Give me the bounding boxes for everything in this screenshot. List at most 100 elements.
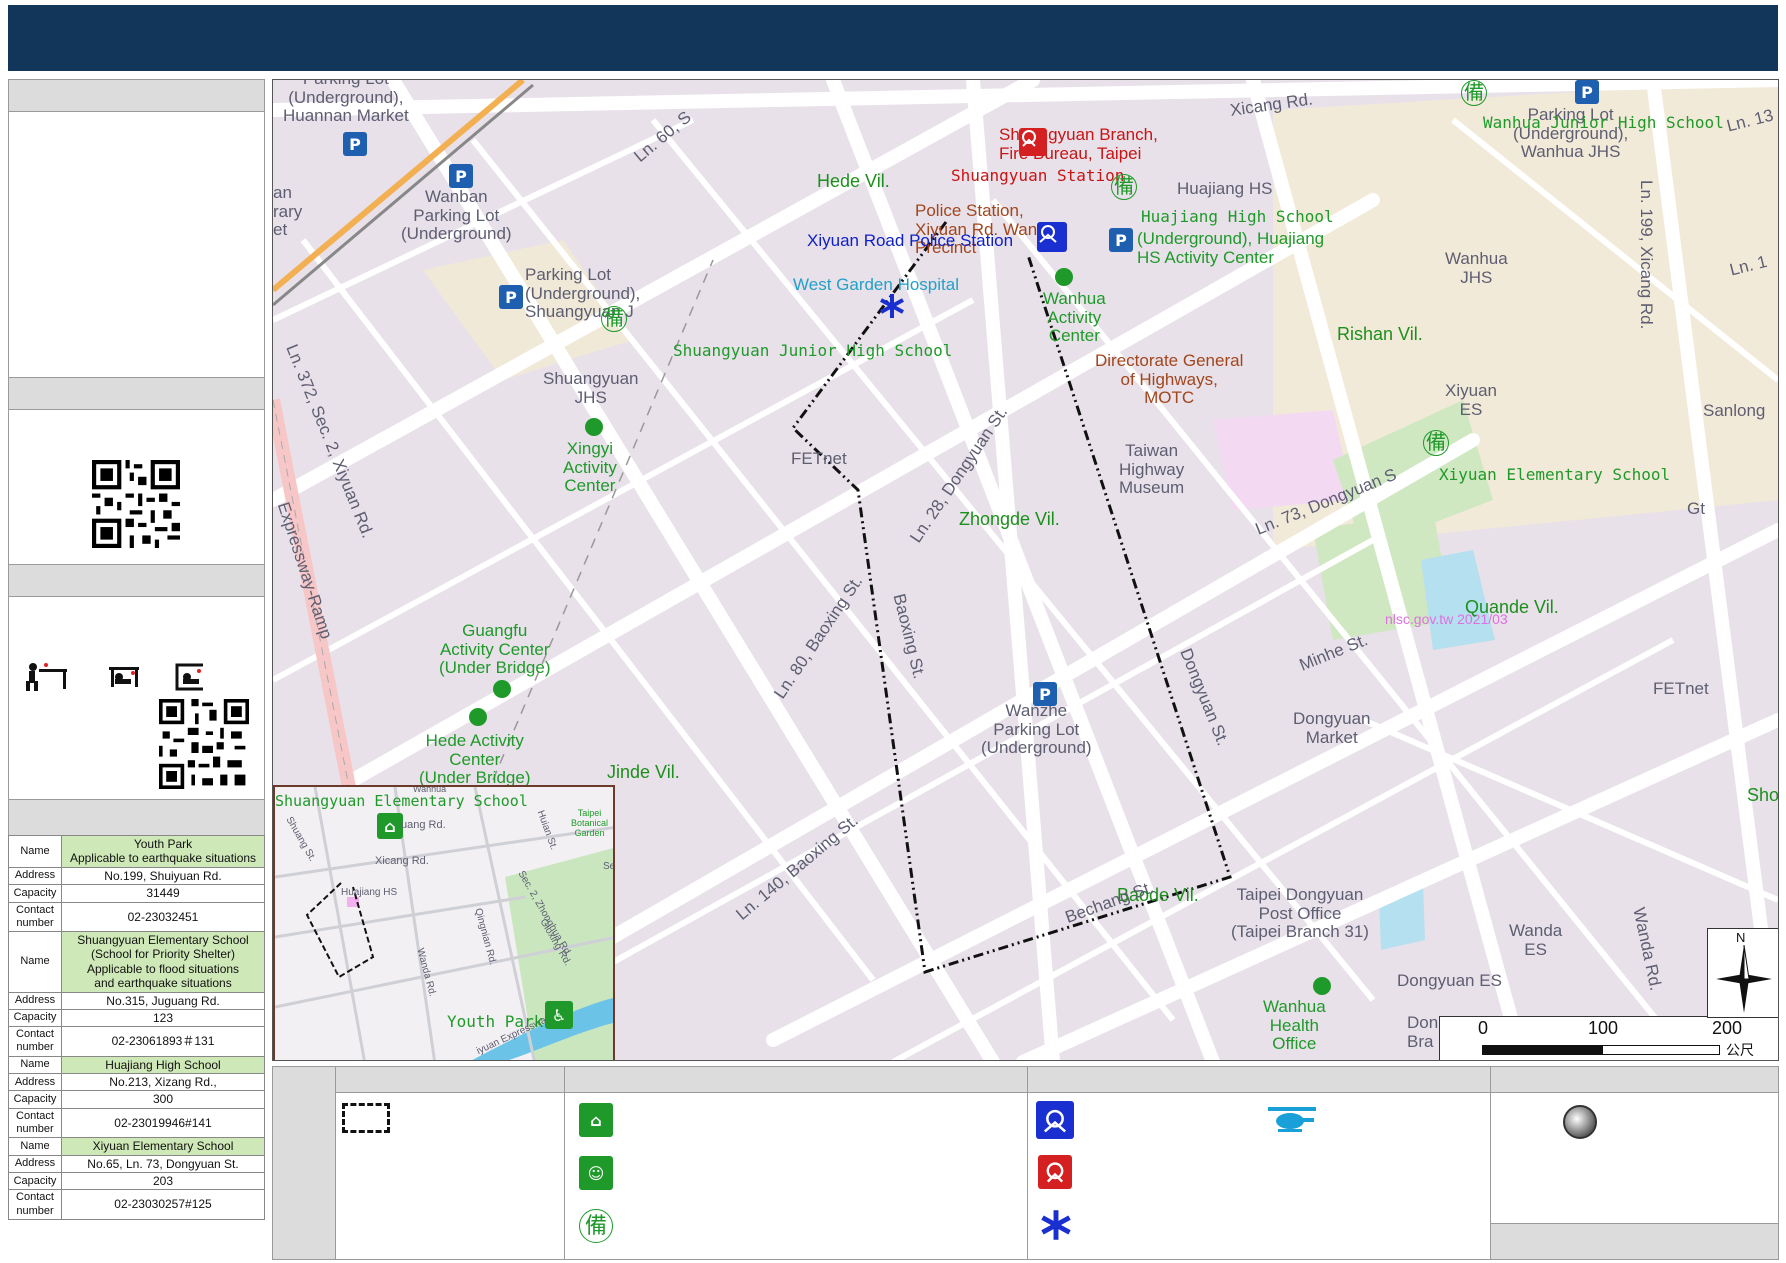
shelter-value-capacity: 300 (61, 1090, 265, 1109)
label-post-office: Taipei Dongyuan Post Office (Taipei Branch… (1231, 885, 1369, 942)
scale-tick-100: 100 (1588, 1018, 1619, 1038)
fire-icon[interactable] (1019, 128, 1047, 156)
evacuation-icon (1313, 977, 1331, 995)
parking-icon[interactable]: P (1033, 682, 1057, 706)
shelter-capacity-row: Capacity 203 (8, 1171, 265, 1191)
parking-icon[interactable]: P (499, 285, 523, 309)
legend-body-1 (335, 1092, 565, 1260)
legend-body-3 (1027, 1092, 1491, 1260)
panel-box-3 (8, 596, 265, 800)
header-bar (8, 5, 1778, 71)
evacuation-icon[interactable]: ♿ (545, 1001, 573, 1029)
shelter-address-row: Address No.213, Xizang Rd., (8, 1073, 265, 1092)
district-hede: Hede Vil. (817, 171, 890, 191)
shelter-key-address: Address (8, 866, 62, 886)
shelter-key-name: Name (8, 1055, 62, 1075)
label-fetnet-2: FETnet (1653, 679, 1709, 698)
legend-head-1 (335, 1066, 565, 1093)
shelter-capacity-row: Capacity 300 (8, 1090, 265, 1109)
evacuation-icon (493, 680, 511, 698)
inset-map[interactable]: Shuangyuan Elementary School ⌂ uang Rd. … (273, 785, 615, 1060)
shelter-key-name: Name (8, 1137, 62, 1156)
label-xingyi: Xingyi Activity Center (563, 439, 617, 496)
inset-label-botanical: Taipei Botanical Garden (571, 808, 609, 838)
label-xiyuan-es: Xiyuan ES (1445, 381, 1497, 419)
police-icon (1036, 1101, 1074, 1139)
inset-label-youth-park: Youth Park (447, 1012, 544, 1031)
shelter-value-address: No.65, Ln. 73, Dongyuan St. (61, 1154, 265, 1173)
shelter-key-capacity: Capacity (8, 1171, 62, 1191)
panel-box-1 (8, 111, 265, 378)
shelter-address-row: Address No.315, Juguang Rd. (8, 991, 265, 1010)
shelter-capacity-row: Capacity 31449 (8, 884, 265, 903)
label-wanhua-activity: Wanhua Activity Center (1043, 289, 1106, 346)
parking-icon[interactable]: P (1575, 80, 1599, 104)
shelter-key-contact: Contact number (8, 1189, 62, 1220)
label-shuangyuan-station: Shuangyuan Station (951, 166, 1125, 185)
label-wanzhe: Wanzhe Parking Lot (Underground) (981, 701, 1092, 758)
reserve-icon: 備 (1111, 174, 1137, 200)
shelter-value-contact: 02-23030257#125 (61, 1189, 265, 1220)
shelter-icon[interactable]: ⌂ (377, 813, 403, 839)
shelter-value-capacity: 203 (61, 1171, 265, 1191)
scale-tick-0: 0 (1478, 1018, 1489, 1038)
evacuation-icon (469, 708, 487, 726)
shelter-name-row: Name Shuangyuan Elementary School (School … (8, 930, 265, 993)
panel-header-4 (8, 799, 265, 836)
police-icon[interactable] (1037, 222, 1067, 252)
road-ln199: Ln. 199, Xicang Rd. (1637, 180, 1656, 330)
qr-code-icon[interactable] (92, 460, 180, 548)
main-map[interactable]: Parking Lot(Underground),Huannan Market … (272, 79, 1779, 1061)
shelter-capacity-row: Capacity 123 (8, 1008, 265, 1028)
evacuation-icon (1055, 268, 1073, 286)
legend-head-2 (564, 1066, 1028, 1093)
reserve-icon: 備 (601, 306, 627, 332)
shelter-value-contact: 02-23061893＃131 (61, 1026, 265, 1057)
legend-side-header (272, 1066, 336, 1260)
inset-label-juang: uang Rd. (401, 819, 446, 831)
shelter-value-address: No.213, Xizang Rd., (61, 1073, 265, 1092)
shelter-value-contact: 02-23019946#141 (61, 1107, 265, 1139)
shelter-value-name: Shuangyuan Elementary School (School for … (61, 930, 265, 993)
marker-circle-icon (1563, 1105, 1597, 1139)
shelter-key-contact: Contact number (8, 1026, 62, 1057)
label-parking-huannan: Parking Lot(Underground),Huannan Market (283, 80, 409, 126)
parking-icon[interactable]: P (1109, 228, 1133, 252)
shelter-key-contact: Contact number (8, 901, 62, 932)
label-sanlong: Sanlong (1703, 401, 1766, 420)
shelter-key-address: Address (8, 991, 62, 1010)
label-dongyuan-market: Dongyuan Market (1293, 709, 1371, 747)
boundary-legend-icon (342, 1103, 390, 1133)
label-xiyuan-elem: Xiyuan Elementary School (1439, 465, 1671, 484)
reserve-icon: 備 (579, 1209, 613, 1243)
label-guangfu: Guangfu Activity Center (Under Bridge) (439, 621, 551, 678)
scale-tick-200: 200 (1712, 1018, 1743, 1038)
qr-code-icon-2[interactable] (159, 699, 249, 789)
hospital-icon (1040, 1209, 1072, 1245)
district-jinde: Jinde Vil. (607, 762, 680, 782)
north-label: N (1736, 930, 1746, 945)
label-library: an rary et (273, 183, 303, 240)
shelter-name-row: Name Huajiang High School (8, 1055, 265, 1075)
shelter-key-contact: Contact number (8, 1107, 62, 1139)
shelter-value-name: Youth Park Applicable to earthquake situa… (61, 835, 265, 868)
parking-icon[interactable]: P (343, 132, 367, 156)
shelter-value-name: Xiyuan Elementary School (61, 1137, 265, 1156)
shelter-contact-row: Contact number 02-23061893＃131 (8, 1026, 265, 1057)
legend-body-4 (1490, 1092, 1779, 1224)
drop-cover-hold-icon (26, 663, 203, 691)
shelter-value-capacity: 31449 (61, 884, 265, 903)
inset-label-xicang: Xicang Rd. (375, 855, 429, 867)
reserve-icon: 備 (1461, 80, 1487, 106)
shelter-key-address: Address (8, 1154, 62, 1173)
shelter-key-name: Name (8, 835, 62, 868)
reserve-icon: 備 (1423, 430, 1449, 456)
label-huajiang-center: (Underground), Huajiang HS Activity Cente… (1137, 229, 1325, 267)
north-arrow-icon: N (1707, 928, 1778, 1018)
legend-head-4 (1490, 1066, 1779, 1093)
label-wanda-es: Wanda ES (1509, 921, 1563, 959)
label-west-garden: West Garden Hospital (793, 275, 959, 294)
parking-icon[interactable]: P (449, 164, 473, 188)
shelter-table: Name Youth Park Applicable to earthquake s… (8, 835, 265, 1220)
scale-bar: 0 100 200 公尺 (1439, 1016, 1778, 1060)
